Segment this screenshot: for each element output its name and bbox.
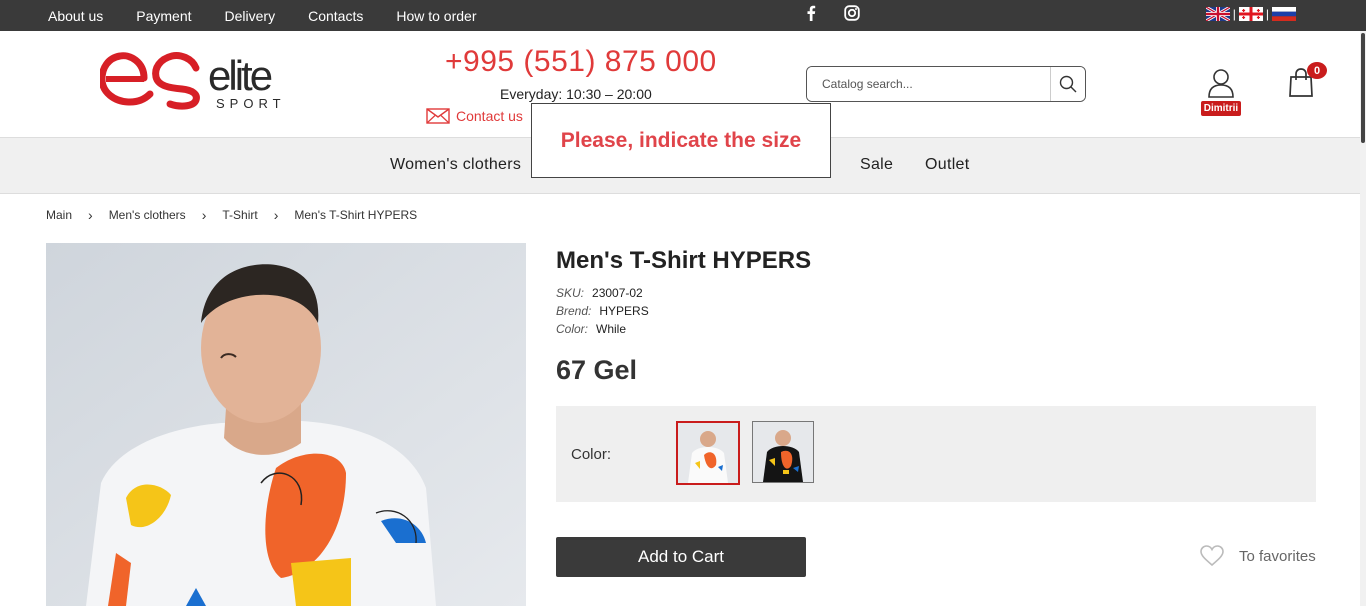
flag-russia-icon[interactable]: [1272, 7, 1296, 21]
scrollbar-thumb[interactable]: [1361, 33, 1365, 143]
brand-label: Brend:: [556, 304, 592, 318]
facebook-icon[interactable]: [803, 5, 819, 21]
breadcrumb-separator-icon: ›: [88, 207, 93, 223]
color-label: Color:: [556, 322, 589, 336]
breadcrumb-item-main[interactable]: Main: [46, 208, 72, 222]
breadcrumb-separator-icon: ›: [273, 207, 279, 223]
user-icon: [1208, 69, 1234, 98]
add-to-cart-button[interactable]: Add to Cart: [556, 537, 806, 577]
color-swatch-black[interactable]: [752, 421, 814, 483]
logo-brand-text: elite: [208, 52, 272, 99]
top-nav: About us Payment Delivery Contacts How t…: [48, 0, 510, 31]
color-value: While: [596, 322, 627, 336]
nav-link-how-to-order[interactable]: How to order: [396, 8, 476, 24]
sku-value: 23007-02: [592, 286, 643, 300]
nav-link-delivery[interactable]: Delivery: [225, 8, 276, 24]
nav-link-payment[interactable]: Payment: [136, 8, 191, 24]
language-switcher: | |: [1205, 7, 1296, 21]
cart-button[interactable]: 0: [1288, 62, 1328, 108]
size-warning-popup: Please, indicate the size: [531, 103, 831, 178]
product-main-image[interactable]: [46, 243, 526, 606]
breadcrumb-item-current: Men's T-Shirt HYPERS: [294, 208, 418, 222]
breadcrumb-item-mens-clothes[interactable]: Men's clothers: [109, 208, 186, 222]
product-brand: Brend: HYPERS: [556, 304, 649, 318]
search-icon: [1059, 75, 1077, 93]
contact-us-link[interactable]: Contact us: [426, 108, 523, 124]
product-price: 67 Gel: [556, 355, 638, 385]
sku-label: SKU:: [556, 286, 585, 300]
brand-value: HYPERS: [599, 304, 649, 318]
breadcrumb: Main › Men's clothers › T-Shirt › Men's …: [46, 207, 417, 223]
heart-icon: [1200, 545, 1224, 567]
favorites-label: To favorites: [1239, 547, 1316, 565]
flag-separator: |: [1232, 7, 1236, 21]
breadcrumb-item-tshirt[interactable]: T-Shirt: [222, 208, 257, 222]
breadcrumb-separator-icon: ›: [201, 207, 207, 223]
color-selector-label: Color:: [571, 446, 612, 463]
nav-link-about[interactable]: About us: [48, 8, 103, 24]
color-swatch-white[interactable]: [676, 421, 740, 485]
nav-link-contacts[interactable]: Contacts: [308, 8, 363, 24]
instagram-icon[interactable]: [844, 5, 860, 21]
color-selector: Color:: [556, 406, 1316, 502]
logo-sub-text: SPORT: [216, 96, 286, 111]
top-bar: About us Payment Delivery Contacts How t…: [0, 0, 1366, 31]
nav-item-sale[interactable]: Sale: [860, 156, 893, 174]
add-to-favorites[interactable]: To favorites: [1200, 545, 1316, 567]
envelope-icon: [426, 108, 450, 124]
nav-item-outlet[interactable]: Outlet: [925, 156, 970, 174]
product-title: Men's T-Shirt HYPERS: [556, 247, 812, 274]
elite-sport-logo[interactable]: elite SPORT: [100, 46, 300, 126]
search-input[interactable]: [807, 67, 1050, 101]
flag-georgia-icon[interactable]: [1238, 7, 1263, 21]
catalog-search: [806, 66, 1086, 102]
product-color: Color: While: [556, 322, 626, 336]
social-links: [803, 5, 885, 21]
user-account[interactable]: Dimitrii: [1199, 68, 1243, 120]
user-name-badge: Dimitrii: [1200, 101, 1242, 116]
flag-separator: |: [1265, 7, 1269, 21]
contact-us-label: Contact us: [456, 108, 523, 124]
search-button[interactable]: [1050, 67, 1085, 101]
flag-uk-icon[interactable]: [1205, 7, 1230, 21]
opening-hours: Everyday: 10:30 – 20:00: [500, 86, 652, 102]
nav-item-womens-clothes[interactable]: Women's clothers: [390, 156, 521, 174]
phone-number[interactable]: +995 (551) 875 000: [445, 45, 717, 79]
product-sku: SKU: 23007-02: [556, 286, 643, 300]
cart-count-badge: 0: [1307, 62, 1327, 79]
